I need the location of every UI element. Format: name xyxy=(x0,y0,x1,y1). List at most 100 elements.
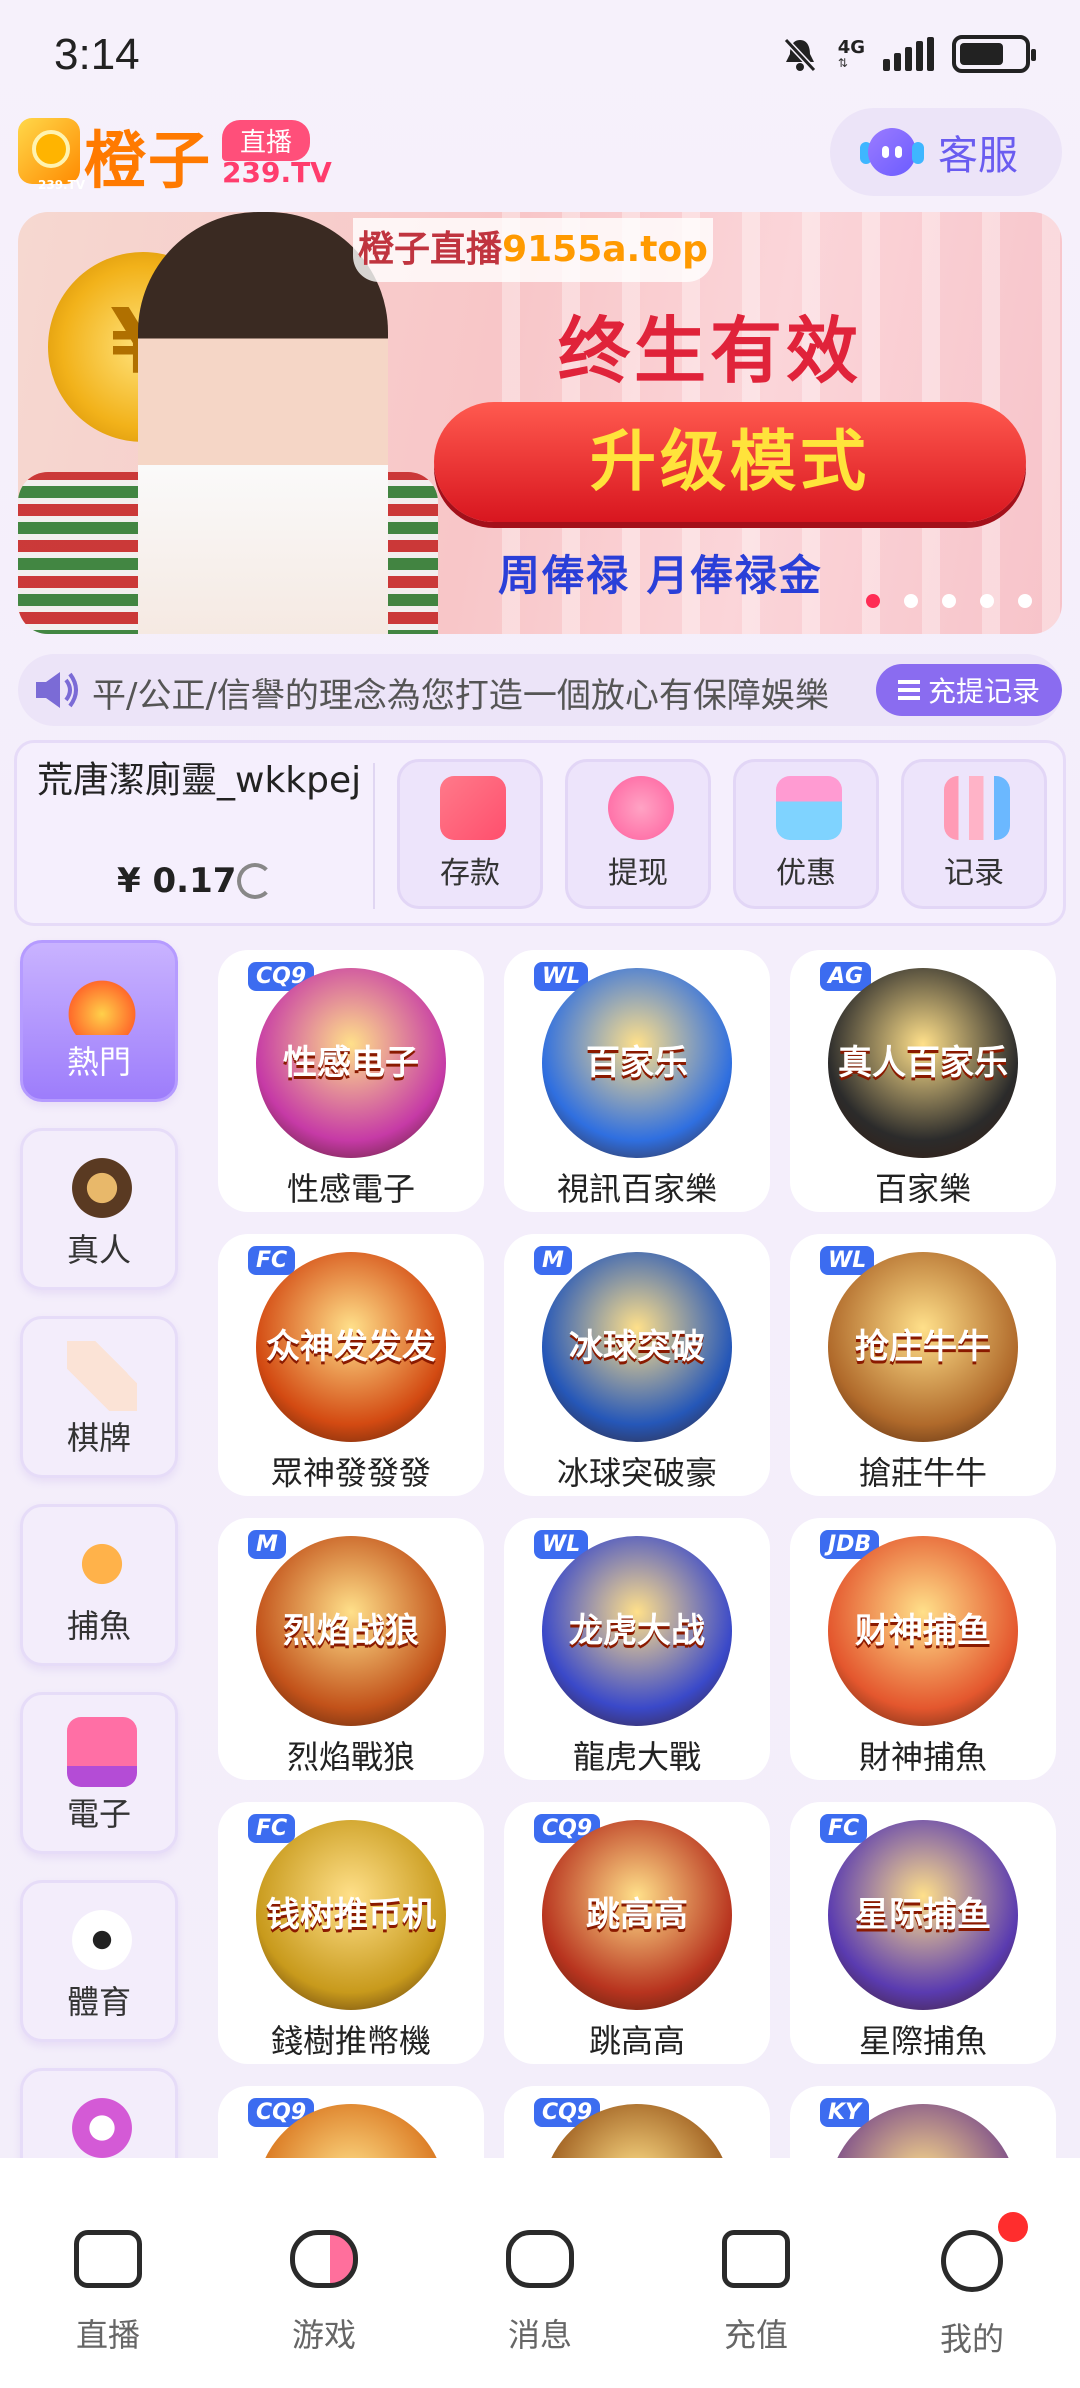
category-tab[interactable]: 真人 xyxy=(20,1128,178,1290)
banner-headline: 终生有效 xyxy=(558,309,863,393)
game-tile[interactable]: WL 百家乐 視訊百家樂 xyxy=(504,950,770,1212)
game-art: 跳高高 xyxy=(542,1820,732,2010)
announcement-text: 平/公正/信譽的理念為您打造一個放心有保障娛樂 xyxy=(92,676,829,716)
banner-model-image xyxy=(138,212,388,634)
account-action-bar-chart[interactable]: 记录 xyxy=(901,759,1047,909)
slot-machine-icon xyxy=(67,1717,137,1787)
category-tab[interactable]: 體育 xyxy=(20,1880,178,2042)
records-label: 充提记录 xyxy=(927,675,1040,708)
game-art-title: 星际捕鱼 xyxy=(855,1895,991,1935)
nav-label: 充值 xyxy=(723,2316,788,2354)
category-tab[interactable]: 棋牌 xyxy=(20,1316,178,1478)
nav-label: 游戏 xyxy=(291,2316,356,2354)
provider-badge: FC xyxy=(820,1814,868,1843)
announcement-bar[interactable]: 平/公正/信譽的理念為您打造一個放心有保障娛樂 充提记录 xyxy=(18,654,1062,726)
banner-dot[interactable] xyxy=(866,594,880,608)
game-art: 烈焰战狼 xyxy=(256,1536,446,1726)
account-actions: 存款 提现 优惠 记录 xyxy=(397,759,1047,909)
nav-label: 直播 xyxy=(75,2316,140,2354)
game-art: 性感电子 xyxy=(256,968,446,1158)
video-camera-icon xyxy=(74,2230,142,2288)
game-art: 众神发发发 xyxy=(256,1252,446,1442)
game-art: 星际捕鱼 xyxy=(828,1820,1018,2010)
nav-wallet[interactable]: 充值 xyxy=(648,2158,864,2388)
game-art: 百家乐 xyxy=(542,968,732,1158)
status-icons: 4G ⇅ xyxy=(780,34,1036,74)
category-tab[interactable]: 電子 xyxy=(20,1692,178,1854)
account-action-card[interactable]: 存款 xyxy=(397,759,543,909)
logo-domain: 239.TV xyxy=(222,156,332,189)
game-art-title: 龙虎大战 xyxy=(569,1611,705,1651)
game-tile[interactable]: AG 真人百家乐 百家樂 xyxy=(790,950,1056,1212)
game-tile[interactable]: M 烈焰战狼 烈焰戰狼 xyxy=(218,1518,484,1780)
banner-pagination xyxy=(866,594,1032,608)
game-tile[interactable]: FC 星际捕鱼 星際捕魚 xyxy=(790,1802,1056,2064)
status-time: 3:14 xyxy=(54,30,140,79)
game-tile[interactable]: FC 钱树推币机 錢樹推幣機 xyxy=(218,1802,484,2064)
refresh-icon[interactable] xyxy=(237,863,273,899)
game-name: 眾神發發發 xyxy=(270,1454,431,1492)
category-label: 真人 xyxy=(66,1231,131,1269)
account-card: 荒唐潔廁靈_wkkpej ¥ 0.17 存款 提现 优惠 记录 xyxy=(14,740,1066,926)
game-tile[interactable]: CQ9 性感电子 性感電子 xyxy=(218,950,484,1212)
deposit-withdraw-records-button[interactable]: 充提记录 xyxy=(876,664,1062,716)
network-indicator: 4G ⇅ xyxy=(837,37,865,70)
app-header: 239.TV 橙子 直播 239.TV 客服 xyxy=(0,108,1080,208)
chat-icon xyxy=(506,2230,574,2288)
account-action-money-bag[interactable]: 提现 xyxy=(565,759,711,909)
game-tile[interactable]: JDB 财神捕鱼 財神捕魚 xyxy=(790,1518,1056,1780)
game-tile[interactable]: WL 抢庄牛牛 搶莊牛牛 xyxy=(790,1234,1056,1496)
category-label: 棋牌 xyxy=(66,1419,131,1457)
bottom-navigation: 直播 游戏 消息 充值 我的 xyxy=(0,2158,1080,2388)
game-grid: CQ9 性感电子 性感電子 WL 百家乐 視訊百家樂 AG 真人百家乐 百家樂 FC 众神发发发 眾神… xyxy=(218,950,1068,2348)
card-suit-icon xyxy=(67,1341,137,1411)
banner-dot[interactable] xyxy=(942,594,956,608)
game-name: 錢樹推幣機 xyxy=(270,2022,431,2060)
live-tag: 直播 xyxy=(222,120,311,161)
game-art-title: 百家乐 xyxy=(586,1043,688,1083)
poker-chip-icon xyxy=(67,1153,137,1223)
logo-icon: 239.TV xyxy=(18,118,85,192)
gamepad-icon xyxy=(290,2230,358,2288)
nav-smiley-profile[interactable]: 我的 xyxy=(864,2158,1080,2388)
category-tab[interactable]: 捕魚 xyxy=(20,1504,178,1666)
customer-service-button[interactable]: 客服 xyxy=(830,108,1062,196)
smiley-profile-icon xyxy=(941,2230,1003,2292)
promo-banner[interactable]: ¥ 橙子直播9155a.top 终生有效 升级模式 周俸禄 月俸禄金 xyxy=(18,212,1062,634)
provider-badge: KY xyxy=(820,2098,869,2127)
notification-dot xyxy=(998,2212,1028,2242)
username: 荒唐潔廁靈_wkkpej xyxy=(37,760,362,801)
game-art: 财神捕鱼 xyxy=(828,1536,1018,1726)
gift-icon xyxy=(776,776,842,840)
category-label: 體育 xyxy=(66,1983,131,2021)
game-name: 冰球突破豪 xyxy=(556,1454,717,1492)
banner-dot[interactable] xyxy=(980,594,994,608)
provider-badge: M xyxy=(248,1530,286,1559)
network-label: 4G xyxy=(837,37,865,58)
game-tile[interactable]: M 冰球突破 冰球突破豪 xyxy=(504,1234,770,1496)
signal-icon xyxy=(883,37,934,71)
game-tile[interactable]: CQ9 跳高高 跳高高 xyxy=(504,1802,770,2064)
banner-dot[interactable] xyxy=(1018,594,1032,608)
game-tile[interactable]: FC 众神发发发 眾神發發發 xyxy=(218,1234,484,1496)
category-label: 捕魚 xyxy=(66,1607,131,1645)
category-label: 電子 xyxy=(66,1795,131,1833)
game-name: 性感電子 xyxy=(286,1170,415,1208)
game-art: 龙虎大战 xyxy=(542,1536,732,1726)
game-art-title: 真人百家乐 xyxy=(838,1043,1008,1083)
nav-chat[interactable]: 消息 xyxy=(432,2158,648,2388)
game-art-title: 抢庄牛牛 xyxy=(855,1327,991,1367)
account-action-gift[interactable]: 优惠 xyxy=(733,759,879,909)
nav-gamepad[interactable]: 游戏 xyxy=(216,2158,432,2388)
nav-video-camera[interactable]: 直播 xyxy=(0,2158,216,2388)
banner-dot[interactable] xyxy=(904,594,918,608)
logo-text: 橙子 xyxy=(84,124,213,197)
game-art: 冰球突破 xyxy=(542,1252,732,1442)
category-tab[interactable]: 熱門 xyxy=(20,940,178,1102)
wallet-icon xyxy=(722,2230,790,2288)
fish-icon xyxy=(67,1529,137,1599)
game-tile[interactable]: WL 龙虎大战 龍虎大戰 xyxy=(504,1518,770,1780)
game-art: 真人百家乐 xyxy=(828,968,1018,1158)
provider-badge: FC xyxy=(248,1814,296,1843)
account-action-label: 存款 xyxy=(440,856,500,891)
